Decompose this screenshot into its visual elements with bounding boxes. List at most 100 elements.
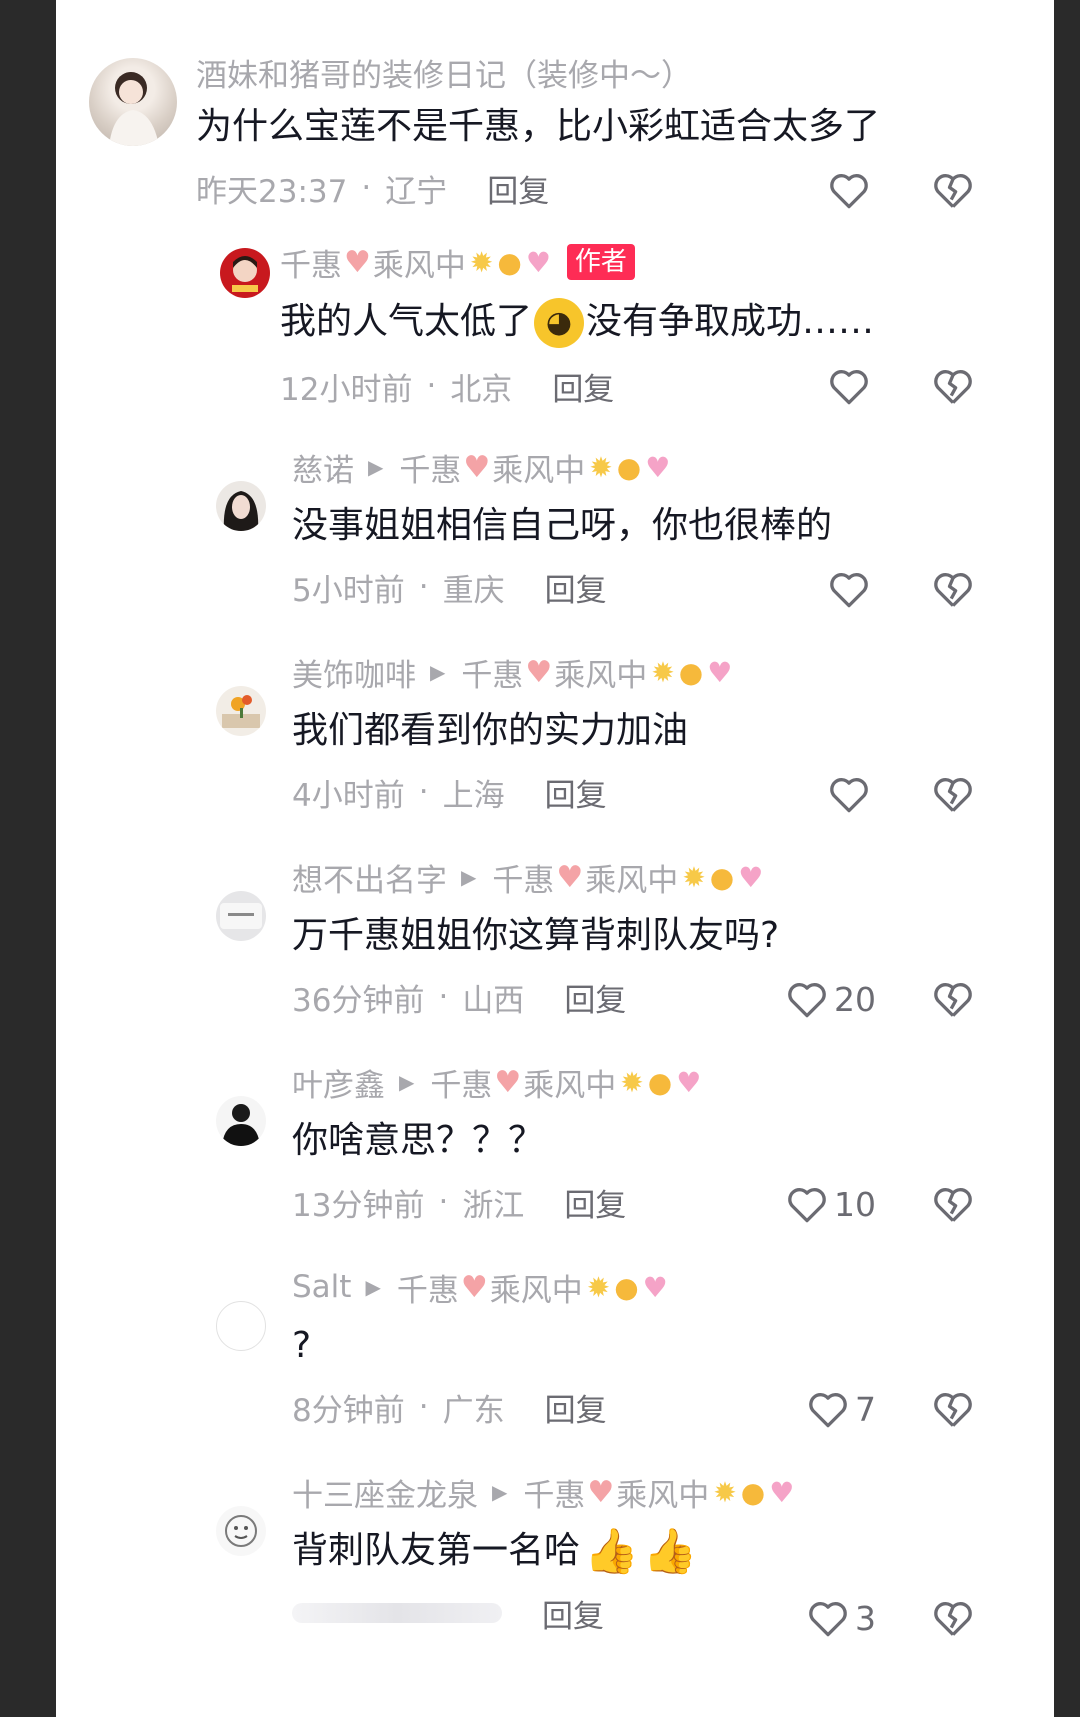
like-count: 3 — [855, 1598, 876, 1638]
like-button[interactable] — [756, 170, 876, 210]
comment-actions: 7 — [756, 1389, 974, 1429]
comment-username[interactable]: 美饰咖啡 ▶ 千惠 ♥ 乘风中 ✹ ● ♥ — [292, 650, 732, 694]
reply-button[interactable]: 回复 — [545, 565, 607, 610]
silly-face-emoji-icon: ● — [740, 1475, 766, 1509]
sparkling-heart-icon: ♥ — [707, 655, 733, 689]
broken-heart-icon[interactable] — [932, 979, 974, 1019]
comment-username[interactable]: 想不出名字 ▶ 千惠 ♥ 乘风中 ✹ ● ♥ — [292, 855, 779, 899]
avatar[interactable] — [220, 248, 270, 298]
avatar[interactable] — [89, 58, 177, 146]
like-button[interactable]: 7 — [756, 1389, 876, 1429]
like-button[interactable] — [756, 366, 876, 406]
comment-username[interactable]: 酒妹和猪哥的装修日记（装修中～） — [196, 50, 880, 94]
comment-username[interactable]: 慈诺 ▶ 千惠 ♥ 乘风中 ✹ ● ♥ — [292, 445, 832, 489]
comment-time: 8分钟前 — [292, 1392, 405, 1429]
comment-item: 想不出名字 ▶ 千惠 ♥ 乘风中 ✹ ● ♥ 万千惠姐姐你这算背刺队友吗? 36… — [56, 855, 1054, 1045]
comment-actions: 3 — [756, 1598, 974, 1638]
reply-button[interactable]: 回复 — [542, 1591, 604, 1636]
heart-outline-icon — [830, 174, 868, 209]
reply-to-user[interactable]: 千惠 — [492, 855, 554, 900]
reply-button[interactable]: 回复 — [487, 166, 549, 211]
heart-outline-icon — [809, 1602, 847, 1637]
broken-heart-icon[interactable] — [932, 170, 974, 210]
broken-heart-icon[interactable] — [932, 774, 974, 814]
reply-button[interactable]: 回复 — [564, 975, 626, 1020]
avatar-image — [109, 72, 159, 146]
reply-to-user[interactable]: 千惠 — [523, 1470, 585, 1515]
reply-button[interactable]: 回复 — [545, 1385, 607, 1430]
play-triangle-icon: ▶ — [365, 1275, 381, 1299]
like-button[interactable]: 3 — [756, 1598, 876, 1638]
comment-item: 千惠 ♥ 乘风中 ✹ ● ♥ 作者 我的人气太低了 ◕ 没有争取成功…… 12小时前… — [56, 240, 1054, 430]
meta-separator: · — [426, 368, 437, 404]
silly-face-emoji-icon: ● — [678, 655, 704, 689]
meta-separator: · — [418, 1389, 429, 1425]
silly-face-emoji-icon: ● — [497, 245, 522, 279]
avatar[interactable] — [216, 1301, 266, 1351]
pink-heart-icon: ♥ — [587, 1474, 615, 1510]
comment-meta: 5小时前 · 重庆 回复 — [292, 565, 832, 609]
meta-separator: · — [438, 979, 449, 1015]
broken-heart-icon[interactable] — [932, 1184, 974, 1224]
comment-text: 为什么宝莲不是千惠，比小彩虹适合太多了 — [196, 106, 881, 147]
heart-outline-icon — [788, 1188, 826, 1223]
sparkling-heart-icon: ♥ — [642, 1270, 668, 1304]
avatar-image — [222, 1104, 260, 1146]
comment-item: 慈诺 ▶ 千惠 ♥ 乘风中 ✹ ● ♥ 没事姐姐相信自己呀，你也很棒的 5小时前… — [56, 445, 1054, 635]
comment-username[interactable]: 叶彦鑫 ▶ 千惠 ♥ 乘风中 ✹ ● ♥ — [292, 1060, 701, 1104]
like-count: 7 — [855, 1389, 876, 1429]
reply-to-user[interactable]: 千惠 — [430, 1060, 492, 1105]
broken-heart-icon[interactable] — [932, 1598, 974, 1638]
comment-item: 酒妹和猪哥的装修日记（装修中～） 为什么宝莲不是千惠，比小彩虹适合太多了 昨天2… — [56, 50, 1054, 230]
comment-location: 山西 — [462, 982, 525, 1019]
sparkling-heart-icon: ♥ — [645, 450, 671, 484]
reply-button[interactable]: 回复 — [552, 364, 614, 409]
broken-heart-icon[interactable] — [932, 366, 974, 406]
comment-username[interactable]: 千惠 ♥ 乘风中 ✹ ● ♥ 作者 — [280, 240, 874, 284]
comment-actions: 20 — [756, 979, 974, 1019]
like-count: 10 — [834, 1184, 876, 1224]
comment-item: 叶彦鑫 ▶ 千惠 ♥ 乘风中 ✹ ● ♥ 你啥意思？？？ 13分钟前 · 浙江 … — [56, 1060, 1054, 1250]
heart-outline-icon — [830, 370, 868, 405]
sparkling-heart-icon: ♥ — [769, 1475, 795, 1509]
like-button[interactable]: 10 — [756, 1184, 876, 1224]
comment-meta: 36分钟前 · 山西 回复 — [292, 975, 779, 1019]
reply-to-user[interactable]: 千惠 — [399, 445, 461, 490]
avatar[interactable] — [216, 481, 266, 531]
avatar[interactable] — [216, 1096, 266, 1146]
avatar[interactable] — [216, 686, 266, 736]
heart-outline-icon — [830, 778, 868, 813]
reply-button[interactable]: 回复 — [545, 770, 607, 815]
reply-to-user[interactable]: 千惠 — [397, 1265, 459, 1310]
comment-username[interactable]: Salt ▶ 千惠 ♥ 乘风中 ✹ ● ♥ — [292, 1265, 668, 1309]
comment-location: 重庆 — [442, 572, 505, 609]
comment-actions: 10 — [756, 1184, 974, 1224]
comment-actions — [756, 569, 974, 609]
avatar[interactable] — [216, 891, 266, 941]
play-triangle-icon: ▶ — [492, 1480, 508, 1504]
pink-heart-icon: ♥ — [556, 859, 584, 895]
comment-location: 辽宁 — [385, 173, 448, 210]
comment-time: 36分钟前 — [292, 982, 425, 1019]
comment-text: 万千惠姐姐你这算背刺队友吗? — [292, 915, 780, 956]
avatar-image — [223, 491, 259, 531]
comment-meta: 4小时前 · 上海 回复 — [292, 770, 732, 814]
reply-button[interactable]: 回复 — [564, 1180, 626, 1225]
play-triangle-icon: ▶ — [368, 455, 384, 479]
play-triangle-icon: ▶ — [461, 865, 477, 889]
like-button[interactable]: 20 — [756, 979, 876, 1019]
like-button[interactable] — [756, 569, 876, 609]
reply-to-user[interactable]: 千惠 — [461, 650, 523, 695]
comment-time: 12小时前 — [280, 371, 413, 408]
broken-heart-icon[interactable] — [932, 569, 974, 609]
comment-username[interactable]: 十三座金龙泉 ▶ 千惠 ♥ 乘风中 ✹ ● ♥ — [292, 1470, 794, 1514]
sparkling-heart-icon: ♥ — [738, 860, 764, 894]
broken-heart-icon[interactable] — [932, 1389, 974, 1429]
avatar[interactable] — [216, 1506, 266, 1556]
sun-emoji-icon: ✹ — [589, 450, 613, 484]
comment-text: 我的人气太低了 ◕ 没有争取成功…… — [280, 298, 874, 348]
like-button[interactable] — [756, 774, 876, 814]
comment-meta: 13分钟前 · 浙江 回复 — [292, 1180, 701, 1224]
comment-text: ? — [292, 1325, 312, 1366]
comment-location: 浙江 — [462, 1187, 525, 1224]
